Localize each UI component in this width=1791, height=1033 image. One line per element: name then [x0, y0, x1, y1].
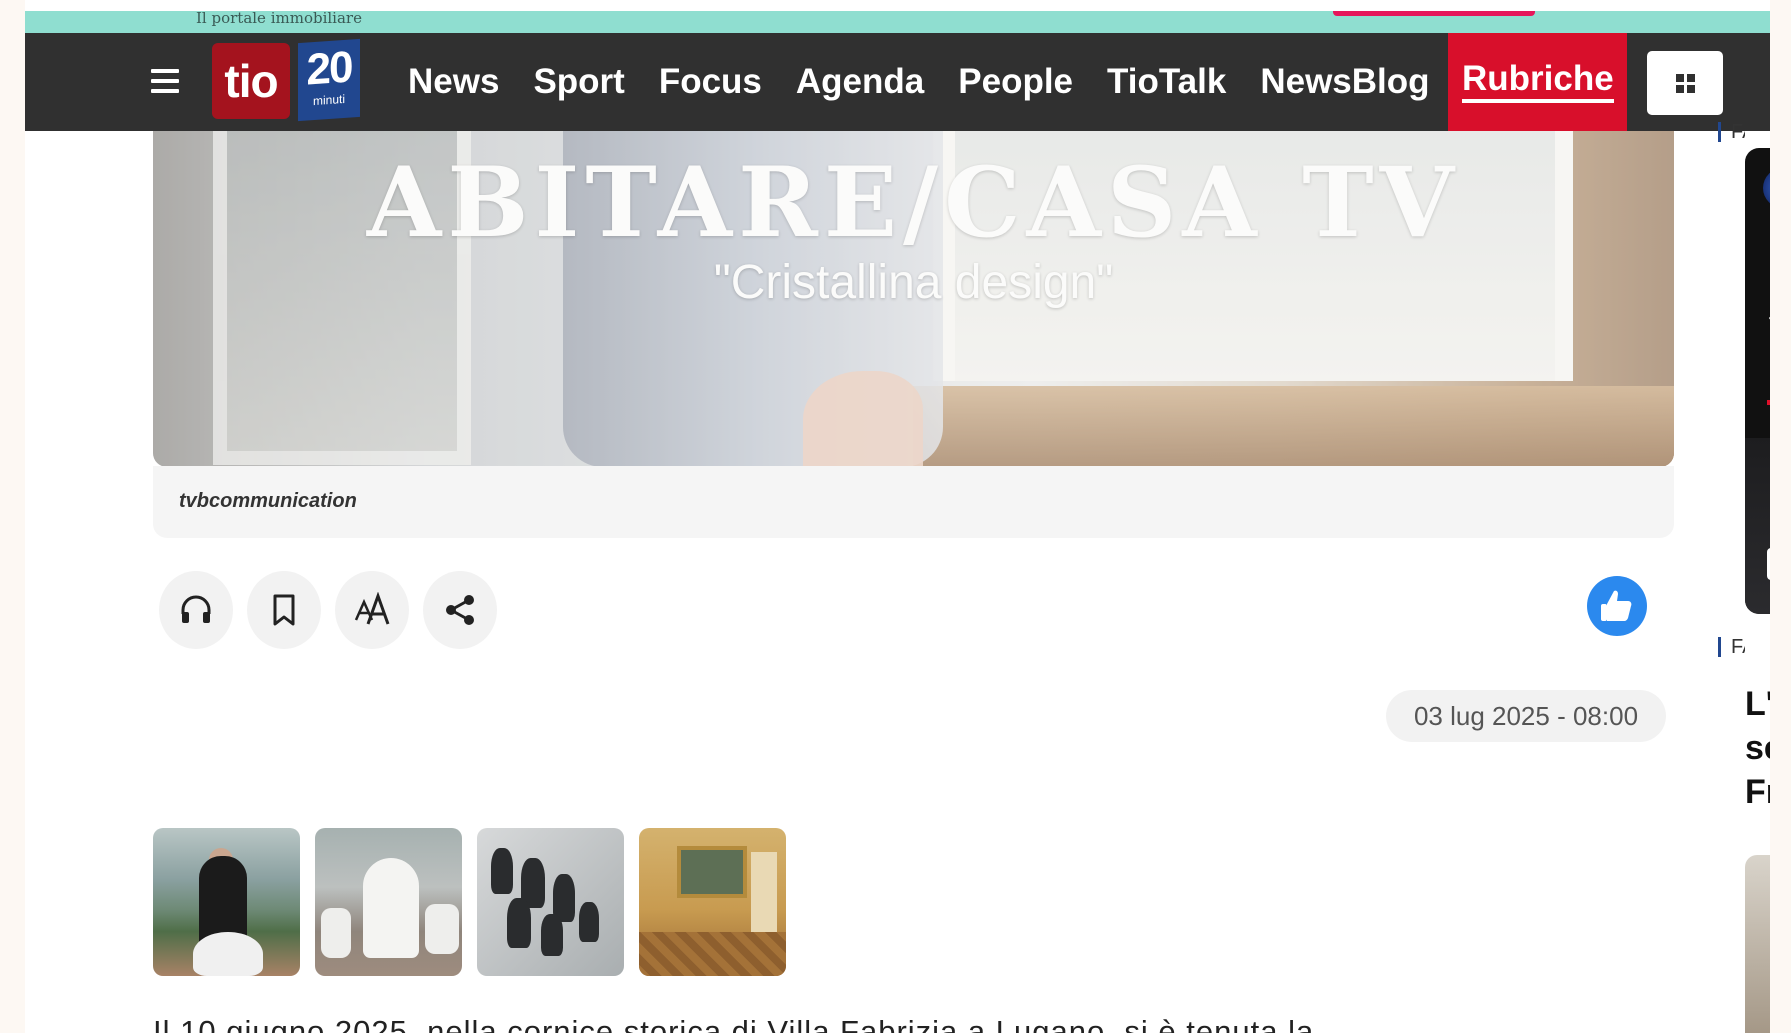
20minuti-logo[interactable]: 20 minuti	[298, 38, 360, 122]
tio-logo[interactable]: tio	[212, 43, 290, 119]
image-caption: tvbcommunication	[153, 466, 1674, 538]
nav-link-tiotalk[interactable]: TioTalk	[1107, 62, 1226, 102]
hero-image[interactable]: ABITARE/CASA TV "Cristallina design"	[153, 131, 1674, 467]
hero-title: ABITARE/CASA TV	[366, 146, 1461, 259]
nav-link-rubriche[interactable]: Rubriche	[1448, 33, 1627, 131]
sidebar-headline-line-2: ser	[1745, 729, 1770, 767]
sidebar-article-image[interactable]	[1745, 855, 1770, 1033]
sidebar-headline[interactable]: L'ar ser Fris	[1745, 682, 1770, 814]
sidebar-category-mid[interactable]: FA	[1718, 637, 1745, 661]
bookmark-button[interactable]	[247, 571, 321, 649]
logo-20-number: 20	[306, 42, 352, 95]
listen-button[interactable]	[159, 571, 233, 649]
hero-subtitle: "Cristallina design"	[713, 256, 1114, 309]
gallery-thumbnail-2[interactable]	[315, 828, 462, 976]
gallery-thumbnail-3[interactable]	[477, 828, 624, 976]
sidebar-video-card[interactable]: ‹	[1745, 148, 1770, 614]
text-size-button[interactable]	[335, 571, 409, 649]
nav-link-people[interactable]: People	[958, 62, 1073, 102]
gallery-thumbnail-1[interactable]	[153, 828, 300, 976]
thumbs-up-icon	[1601, 590, 1632, 621]
nav-link-sport[interactable]: Sport	[533, 62, 624, 102]
text-size-icon	[354, 592, 390, 625]
channel-logo-icon	[1763, 168, 1770, 208]
chevron-left-icon[interactable]: ‹	[1767, 300, 1770, 335]
sidebar-headline-line-3: Fris	[1745, 773, 1770, 811]
hamburger-menu-icon[interactable]	[151, 63, 183, 99]
page-frame: Il portale immobiliare tio 20 minuti New…	[25, 0, 1770, 1033]
nav-link-rubriche-label: Rubriche	[1462, 59, 1614, 103]
sidebar-category-label-mid: FA	[1718, 637, 1745, 657]
nav-link-agenda[interactable]: Agenda	[796, 62, 924, 102]
like-button[interactable]	[1587, 576, 1647, 636]
sidebar-category-label-top: FA	[1718, 122, 1745, 142]
grid-icon	[1676, 74, 1696, 94]
nav-link-focus[interactable]: Focus	[659, 62, 762, 102]
sidebar-headline-line-1: L'ar	[1745, 685, 1770, 723]
top-promo-strip[interactable]: Il portale immobiliare	[25, 11, 1770, 33]
progress-bar	[1767, 400, 1770, 405]
gallery-icon	[1767, 548, 1770, 580]
image-credit: tvbcommunication	[179, 490, 357, 512]
apps-grid-button[interactable]	[1647, 51, 1723, 115]
bookmark-icon	[273, 594, 295, 626]
publish-date: 03 lug 2025 - 08:00	[1386, 690, 1666, 742]
promo-button-edge[interactable]	[1333, 11, 1535, 16]
nav-link-news[interactable]: News	[408, 62, 499, 102]
share-icon	[446, 595, 474, 625]
nav-link-newsblog[interactable]: NewsBlog	[1260, 62, 1429, 102]
nav-links: News Sport Focus Agenda People TioTalk N…	[408, 33, 1464, 131]
gallery-thumbnail-4[interactable]	[639, 828, 786, 976]
headphones-icon	[181, 595, 211, 623]
article-body-text: Il 10 giugno 2025, nella cornice storica…	[153, 1014, 1315, 1033]
promo-text: Il portale immobiliare	[196, 9, 362, 27]
main-navbar: tio 20 minuti News Sport Focus Agenda Pe…	[25, 33, 1770, 131]
share-button[interactable]	[423, 571, 497, 649]
sidebar-category-top[interactable]: FA	[1718, 122, 1745, 142]
